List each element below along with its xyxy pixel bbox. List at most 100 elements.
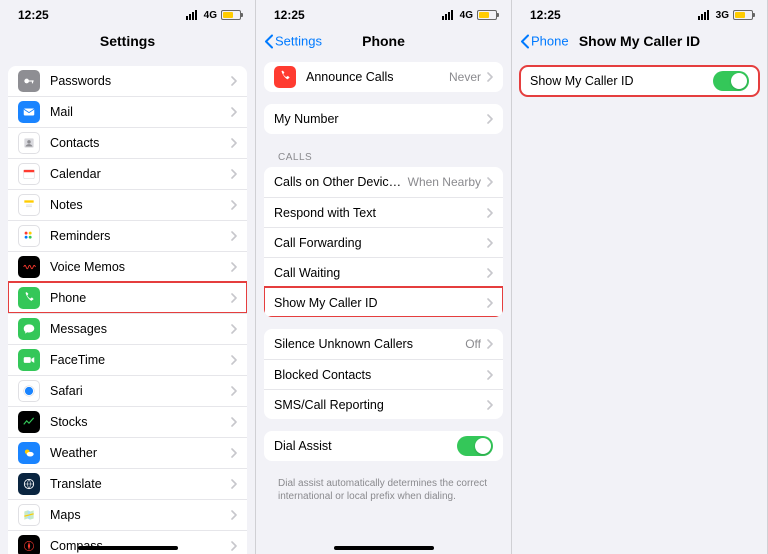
home-indicator[interactable] [78, 546, 178, 550]
chevron-right-icon [487, 268, 493, 278]
chevron-right-icon [487, 114, 493, 124]
chevron-right-icon [487, 208, 493, 218]
row-call-waiting[interactable]: Call Waiting [264, 257, 503, 287]
row-mail[interactable]: Mail [8, 96, 247, 127]
chevron-right-icon [231, 231, 237, 241]
row-maps[interactable]: Maps [8, 499, 247, 530]
chevron-right-icon [487, 298, 493, 308]
chevron-right-icon [231, 541, 237, 551]
key-icon [18, 70, 40, 92]
screen-phone-settings: 12:25 4G Settings Phone Announce Calls N… [256, 0, 512, 554]
caller-id-content: Show My Caller ID [512, 66, 767, 96]
home-indicator[interactable] [334, 546, 434, 550]
row-label: Calendar [50, 167, 225, 181]
row-label: Dial Assist [274, 439, 457, 453]
group-calls: Calls on Other DevicesWhen Nearby Respond… [264, 167, 503, 317]
back-label: Phone [531, 34, 569, 49]
network-label: 4G [204, 10, 217, 21]
status-time: 12:25 [274, 8, 305, 22]
row-announce-calls[interactable]: Announce Calls Never [264, 62, 503, 92]
row-respond-with-text[interactable]: Respond with Text [264, 197, 503, 227]
row-label: Show My Caller ID [530, 74, 713, 88]
group-show-caller-id: Show My Caller ID [520, 66, 759, 96]
row-my-number[interactable]: My Number [264, 104, 503, 134]
chevron-right-icon [231, 355, 237, 365]
row-notes[interactable]: Notes [8, 189, 247, 220]
row-calendar[interactable]: Calendar [8, 158, 247, 189]
row-label: Passwords [50, 74, 225, 88]
row-value: When Nearby [408, 175, 481, 189]
back-label: Settings [275, 34, 322, 49]
row-translate[interactable]: Translate [8, 468, 247, 499]
chevron-right-icon [231, 76, 237, 86]
chevron-right-icon [231, 138, 237, 148]
row-dial-assist[interactable]: Dial Assist [264, 431, 503, 461]
group-my-number: My Number [264, 104, 503, 134]
row-stocks[interactable]: Stocks [8, 406, 247, 437]
row-contacts[interactable]: Contacts [8, 127, 247, 158]
show-caller-id-toggle[interactable] [713, 71, 749, 91]
row-label: Call Waiting [274, 266, 481, 280]
chevron-right-icon [487, 72, 493, 82]
row-phone[interactable]: Phone [8, 282, 247, 313]
messages-icon [18, 318, 40, 340]
group-silence: Silence Unknown Callers Off Blocked Contac… [264, 329, 503, 419]
safari-icon [18, 380, 40, 402]
row-calls-on-other-devices[interactable]: Calls on Other DevicesWhen Nearby [264, 167, 503, 197]
row-blocked-contacts[interactable]: Blocked Contacts [264, 359, 503, 389]
row-passwords[interactable]: Passwords [8, 66, 247, 96]
row-label: My Number [274, 112, 481, 126]
row-label: FaceTime [50, 353, 225, 367]
row-label: Stocks [50, 415, 225, 429]
dial-assist-toggle[interactable] [457, 436, 493, 456]
nav-title: Phone [362, 33, 405, 49]
back-button[interactable]: Settings [264, 34, 322, 49]
row-compass[interactable]: Compass [8, 530, 247, 554]
row-sms/call-reporting[interactable]: SMS/Call Reporting [264, 389, 503, 419]
row-silence-unknown-callers[interactable]: Silence Unknown Callers Off [264, 329, 503, 359]
chevron-right-icon [231, 169, 237, 179]
chevron-right-icon [231, 386, 237, 396]
status-bar: 12:25 4G [0, 0, 255, 26]
row-call-forwarding[interactable]: Call Forwarding [264, 227, 503, 257]
row-label: Respond with Text [274, 206, 481, 220]
stocks-icon [18, 411, 40, 433]
chevron-right-icon [487, 400, 493, 410]
section-header-calls: CALLS [264, 146, 503, 167]
row-value: Off [465, 337, 481, 351]
voice-icon [18, 256, 40, 278]
chevron-right-icon [487, 177, 493, 187]
row-messages[interactable]: Messages [8, 313, 247, 344]
group-announce: Announce Calls Never [264, 62, 503, 92]
row-show-my-caller-id[interactable]: Show My Caller ID [264, 287, 503, 317]
network-label: 3G [716, 10, 729, 21]
row-facetime[interactable]: FaceTime [8, 344, 247, 375]
row-label: Silence Unknown Callers [274, 337, 459, 351]
row-label: Phone [50, 291, 225, 305]
chevron-right-icon [231, 448, 237, 458]
chevron-right-icon [231, 200, 237, 210]
signal-icon [698, 10, 712, 20]
row-label: Safari [50, 384, 225, 398]
translate-icon [18, 473, 40, 495]
row-show-caller-id[interactable]: Show My Caller ID [520, 66, 759, 96]
screen-settings: 12:25 4G Settings PasswordsMailContactsC… [0, 0, 256, 554]
settings-group: Passwords MailContacts Calendar Notes Remind… [8, 66, 247, 554]
status-time: 12:25 [530, 8, 561, 22]
compass-icon [18, 535, 40, 554]
settings-list: Passwords MailContacts Calendar Notes Remind… [0, 62, 255, 554]
row-voice-memos[interactable]: Voice Memos [8, 251, 247, 282]
status-time: 12:25 [18, 8, 49, 22]
battery-icon [477, 10, 497, 20]
group-dial-assist: Dial Assist [264, 431, 503, 461]
maps-icon [18, 504, 40, 526]
row-weather[interactable]: Weather [8, 437, 247, 468]
back-button[interactable]: Phone [520, 34, 569, 49]
row-label: Maps [50, 508, 225, 522]
row-label: Blocked Contacts [274, 368, 481, 382]
row-safari[interactable]: Safari [8, 375, 247, 406]
network-label: 4G [460, 10, 473, 21]
chevron-right-icon [231, 262, 237, 272]
row-reminders[interactable]: Reminders [8, 220, 247, 251]
row-label: Notes [50, 198, 225, 212]
